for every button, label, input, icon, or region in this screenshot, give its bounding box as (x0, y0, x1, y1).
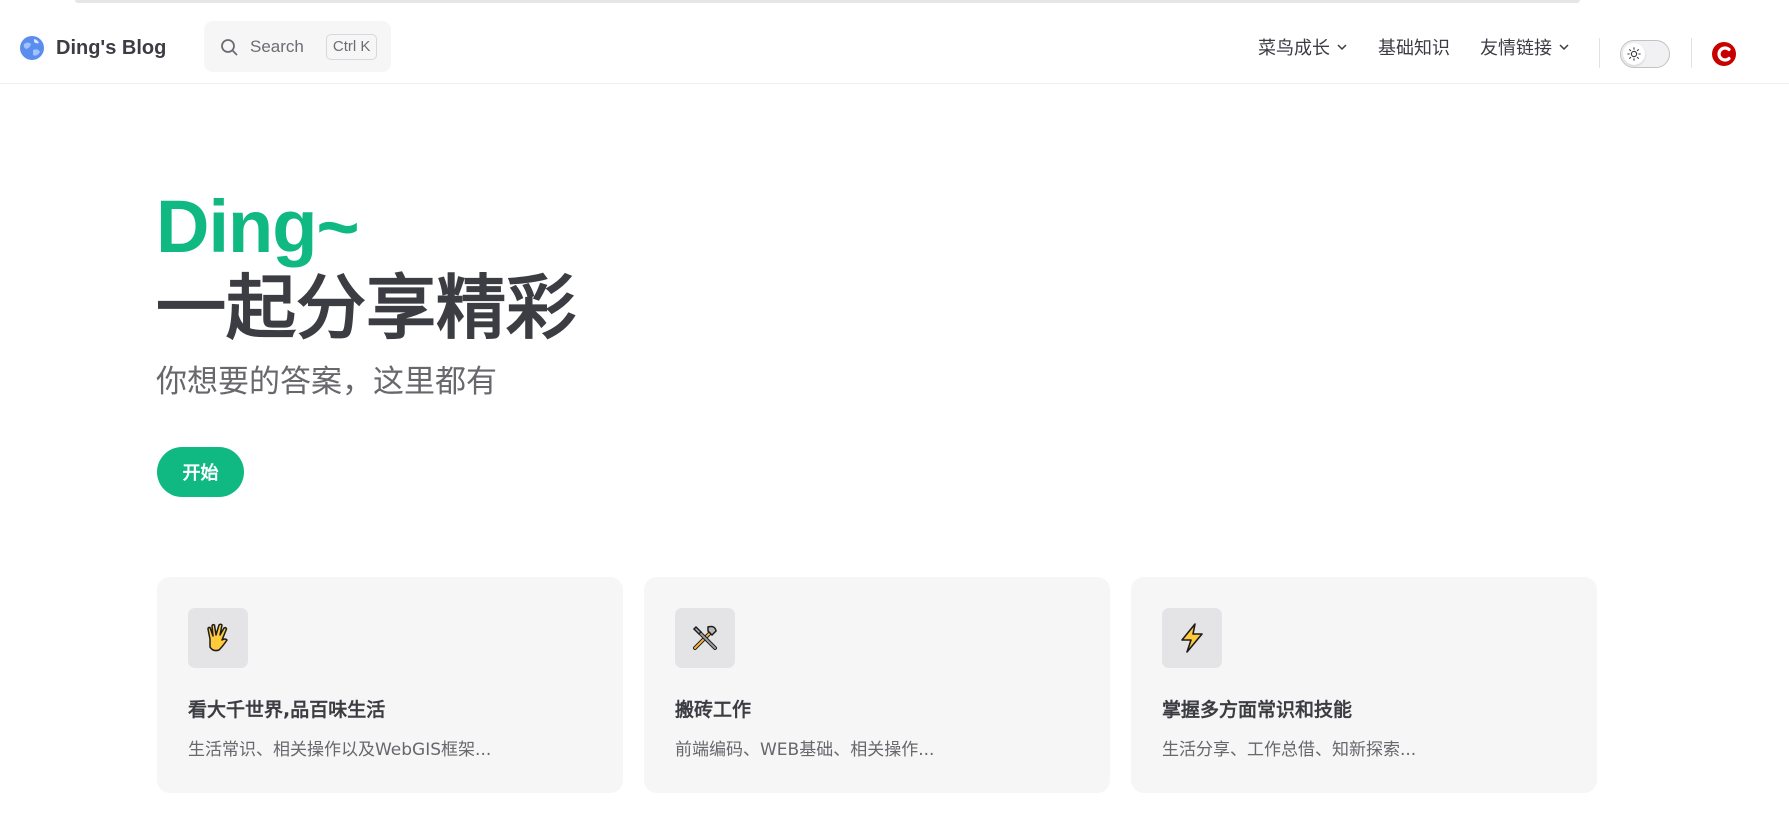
sun-icon (1627, 47, 1641, 61)
nav-item-label: 友情链接 (1480, 38, 1552, 58)
search-icon (221, 38, 238, 55)
top-scrollbar[interactable] (75, 0, 1580, 3)
nav-item-links[interactable]: 友情链接 (1480, 34, 1570, 60)
nav-item-growth[interactable]: 菜鸟成长 (1258, 34, 1348, 60)
feature-title: 掌握多方面常识和技能 (1162, 699, 1353, 721)
vulcan-salute-icon (188, 608, 248, 668)
feature-card-life[interactable]: 看大千世界,品百味生活 生活常识、相关操作以及WebGIS框架... (157, 577, 623, 793)
feature-card-work[interactable]: 搬砖工作 前端编码、WEB基础、相关操作... (644, 577, 1110, 793)
hero-text: 一起分享精彩 (156, 267, 576, 349)
start-button[interactable]: 开始 (157, 447, 244, 497)
search-label: Search (250, 36, 304, 56)
hero: Ding~ 一起分享精彩 你想要的答案，这里都有 (156, 185, 576, 403)
globe-icon (20, 36, 44, 60)
feature-details: 生活分享、工作总借、知新探索... (1162, 740, 1417, 760)
feature-title: 搬砖工作 (675, 699, 752, 721)
lightning-icon (1162, 608, 1222, 668)
search-button[interactable]: Search Ctrl K (204, 21, 391, 72)
tools-icon (675, 608, 735, 668)
csdn-icon[interactable] (1711, 41, 1737, 67)
feature-details: 生活常识、相关操作以及WebGIS框架... (188, 740, 492, 760)
chevron-down-icon (1337, 44, 1347, 51)
features: 看大千世界,品百味生活 生活常识、相关操作以及WebGIS框架... 搬砖工作 … (157, 577, 1618, 793)
feature-card-skills[interactable]: 掌握多方面常识和技能 生活分享、工作总借、知新探索... (1131, 577, 1597, 793)
feature-details: 前端编码、WEB基础、相关操作... (675, 740, 935, 760)
site-brand[interactable]: Ding's Blog (18, 33, 166, 63)
toggle-knob (1623, 43, 1645, 65)
feature-title: 看大千世界,品百味生活 (188, 699, 386, 721)
nav-item-label: 菜鸟成长 (1258, 38, 1330, 58)
hero-tagline: 你想要的答案，这里都有 (156, 364, 497, 400)
theme-toggle[interactable] (1620, 40, 1670, 68)
nav-divider (1599, 38, 1600, 68)
hero-name: Ding~ (156, 185, 360, 268)
nav-item-basics[interactable]: 基础知识 (1378, 34, 1450, 60)
search-shortcut: Ctrl K (325, 33, 378, 60)
nav-item-label: 基础知识 (1378, 38, 1450, 58)
navbar: Ding's Blog Search Ctrl K 菜鸟成长 基础知识 友情链接 (0, 8, 1789, 84)
chevron-down-icon (1559, 44, 1569, 51)
nav-divider (1691, 38, 1692, 68)
nav-menu: 菜鸟成长 基础知识 友情链接 (1258, 32, 1600, 62)
brand-title: Ding's Blog (56, 36, 167, 59)
